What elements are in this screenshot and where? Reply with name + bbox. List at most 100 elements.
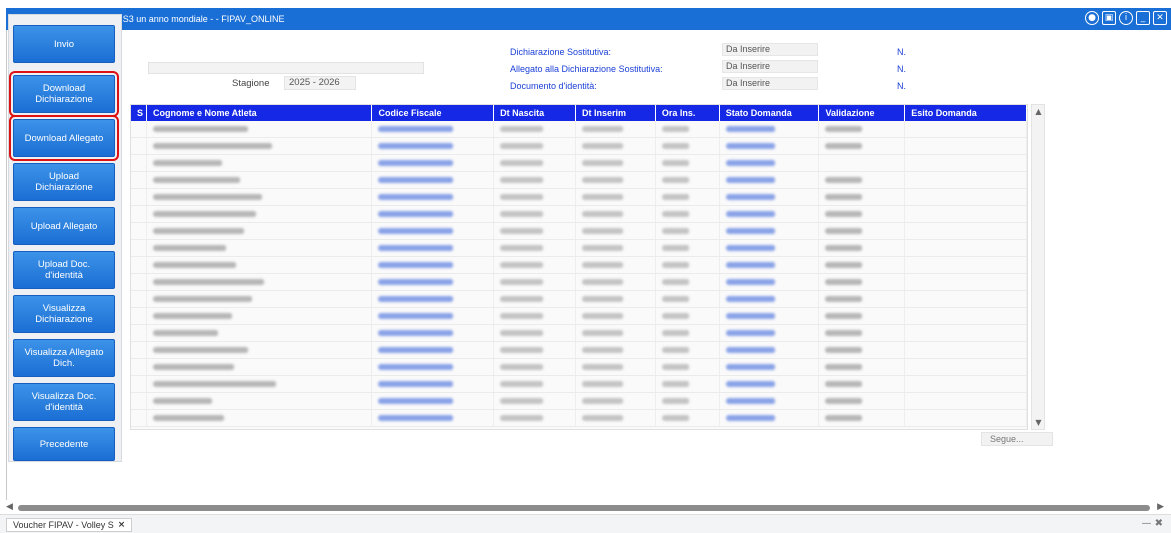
redacted-value [500,296,545,302]
window-tab[interactable]: Voucher FIPAV - Volley S × [6,518,133,532]
redacted-value [582,228,624,234]
table-cell [656,206,720,222]
col-header-dt-nascita[interactable]: Dt Nascita [494,105,576,121]
doc-status-identita: Da Inserire [722,77,818,90]
minimize-icon[interactable]: _ [1136,11,1150,25]
tab-close-icon[interactable]: × [118,520,126,530]
visualizza-doc-identita-button[interactable]: Visualizza Doc. d'identità [13,383,115,421]
redacted-value [825,398,864,404]
precedente-button[interactable]: Precedente [13,427,115,461]
table-cell [905,155,1028,171]
table-cell [494,274,576,290]
col-header-ora-ins[interactable]: Ora Ins. [656,105,720,121]
table-cell [372,240,495,256]
table-cell [576,155,656,171]
doc-status-dichiarazione: Da Inserire [722,43,818,56]
redacted-value [152,160,223,166]
visualizza-allegato-button[interactable]: Visualizza Allegato Dich. [13,339,115,377]
table-row[interactable] [131,155,1028,172]
table-row[interactable] [131,376,1028,393]
table-row[interactable] [131,240,1028,257]
redacted-value [725,143,776,149]
table-cell [494,359,576,375]
table-cell [656,410,720,426]
redacted-value [378,194,455,200]
scroll-up-icon[interactable]: ▲ [1034,107,1043,116]
table-row[interactable] [131,138,1028,155]
redacted-value [500,347,545,353]
download-dichiarazione-button[interactable]: Download Dichiarazione [9,71,119,117]
redacted-value [500,228,545,234]
record-icon[interactable]: ● [1085,11,1099,25]
info-icon[interactable]: i [1119,11,1133,25]
table-row[interactable] [131,325,1028,342]
table-cell [372,121,495,137]
athlete-selector-field[interactable] [148,62,424,74]
redacted-value [661,160,690,166]
table-row[interactable] [131,359,1028,376]
table-row[interactable] [131,121,1028,138]
scroll-left-icon[interactable]: ◀ [6,502,13,512]
doc-label-identita: Documento d'identità: [510,81,597,91]
window-controls: ● ▣ i _ ✕ [1085,11,1167,25]
redacted-value [500,313,545,319]
table-row[interactable] [131,274,1028,291]
redacted-value [725,177,776,183]
table-cell [905,121,1028,137]
download-allegato-button[interactable]: Download Allegato [9,115,119,161]
col-header-validazione[interactable]: Validazione [819,105,906,121]
col-header-esito-domanda[interactable]: Esito Domanda [905,105,1027,121]
redacted-value [500,279,545,285]
invio-button[interactable]: Invio [13,25,115,63]
table-row[interactable] [131,172,1028,189]
close-icon[interactable]: ✕ [1153,11,1167,25]
table-body [131,121,1028,427]
table-row[interactable] [131,410,1028,427]
horizontal-scroll-thumb[interactable] [18,505,1150,511]
redacted-value [152,245,227,251]
table-row[interactable] [131,342,1028,359]
table-header: S Cognome e Nome Atleta Codice Fiscale D… [131,105,1027,121]
upload-allegato-button[interactable]: Upload Allegato [13,207,115,245]
table-row[interactable] [131,223,1028,240]
table-cell [494,342,576,358]
table-cell [372,257,495,273]
table-cell [131,274,147,290]
redacted-value [825,347,864,353]
table-cell [905,325,1028,341]
table-row[interactable] [131,308,1028,325]
table-row[interactable] [131,189,1028,206]
scroll-down-icon[interactable]: ▼ [1034,418,1043,427]
redacted-value [152,228,245,234]
redacted-value [378,228,455,234]
redacted-value [500,194,545,200]
redacted-value [582,347,624,353]
table-vertical-scrollbar[interactable]: ▲ ▼ [1031,104,1045,430]
segue-button[interactable]: Segue... [981,432,1053,446]
col-header-codice-fiscale[interactable]: Codice Fiscale [372,105,495,121]
visualizza-dichiarazione-button[interactable]: Visualizza Dichiarazione [13,295,115,333]
col-header-nome[interactable]: Cognome e Nome Atleta [147,105,373,121]
redacted-value [661,381,690,387]
table-cell [372,155,495,171]
col-header-s[interactable]: S [131,105,147,121]
table-cell [372,325,495,341]
table-cell [131,257,147,273]
col-header-dt-inserim[interactable]: Dt Inserim [576,105,656,121]
redacted-value [152,381,277,387]
upload-dichiarazione-button[interactable]: Upload Dichiarazione [13,163,115,201]
taskbar-controls-icon[interactable]: — ✖ [1141,518,1163,529]
col-header-stato-domanda[interactable]: Stato Domanda [720,105,820,121]
table-cell [576,410,656,426]
table-cell [372,138,495,154]
horizontal-scrollbar[interactable]: ◀ ▶ [6,502,1166,514]
table-row[interactable] [131,257,1028,274]
table-row[interactable] [131,206,1028,223]
table-row[interactable] [131,291,1028,308]
season-label: Stagione [232,78,270,89]
scroll-right-icon[interactable]: ▶ [1157,502,1164,512]
camera-icon[interactable]: ▣ [1102,11,1116,25]
table-cell [576,393,656,409]
upload-doc-identita-button[interactable]: Upload Doc. d'identità [13,251,115,289]
table-row[interactable] [131,393,1028,410]
